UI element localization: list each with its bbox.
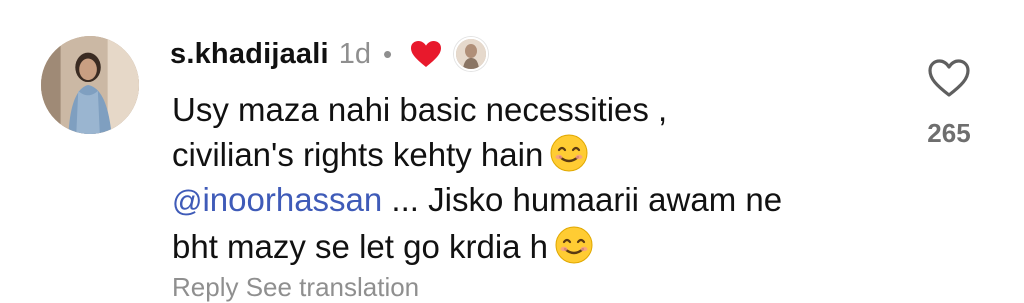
comment-header: s.khadijaali 1d • bbox=[170, 34, 489, 74]
mention-at-icon: @ bbox=[172, 185, 203, 218]
comment-actions[interactable]: Reply See translation bbox=[172, 272, 419, 302]
timestamp: 1d bbox=[338, 37, 372, 70]
author-photo bbox=[456, 39, 487, 69]
like-column: 265 bbox=[919, 58, 979, 149]
smiling-face-emoji-icon bbox=[554, 225, 594, 265]
comment-line-2-text: civilian's rights kehty hain bbox=[172, 136, 544, 173]
comment-line-3: @inoorhassan ... Jisko humaarii awam ne bbox=[172, 177, 892, 224]
comment-line-4-text: bht mazy se let go krdia h bbox=[172, 228, 549, 265]
heart-filled-red-icon bbox=[411, 41, 442, 67]
comment-line-2: civilian's rights kehty hain bbox=[172, 132, 892, 177]
smiling-face-emoji-icon bbox=[549, 133, 589, 173]
comment-item: s.khadijaali 1d • Usy maza nahi basic ne… bbox=[0, 0, 1024, 302]
like-count: 265 bbox=[927, 118, 971, 148]
comment-line-4: bht mazy se let go krdia h bbox=[172, 224, 892, 269]
heart-outline-icon[interactable] bbox=[927, 58, 971, 98]
mention-link[interactable]: @inoorhassan bbox=[172, 181, 382, 218]
username[interactable]: s.khadijaali bbox=[170, 38, 329, 71]
mention-handle: inoorhassan bbox=[202, 181, 383, 218]
author-avatar bbox=[454, 37, 489, 71]
separator-dot: • bbox=[383, 39, 393, 69]
comment-line-1: Usy maza nahi basic necessities , bbox=[172, 91, 668, 128]
comment-line-3-text: ... Jisko humaarii awam ne bbox=[382, 181, 783, 218]
profile-photo bbox=[41, 36, 139, 134]
comment-text: Usy maza nahi basic necessities , civili… bbox=[172, 87, 892, 269]
avatar[interactable] bbox=[41, 36, 139, 134]
